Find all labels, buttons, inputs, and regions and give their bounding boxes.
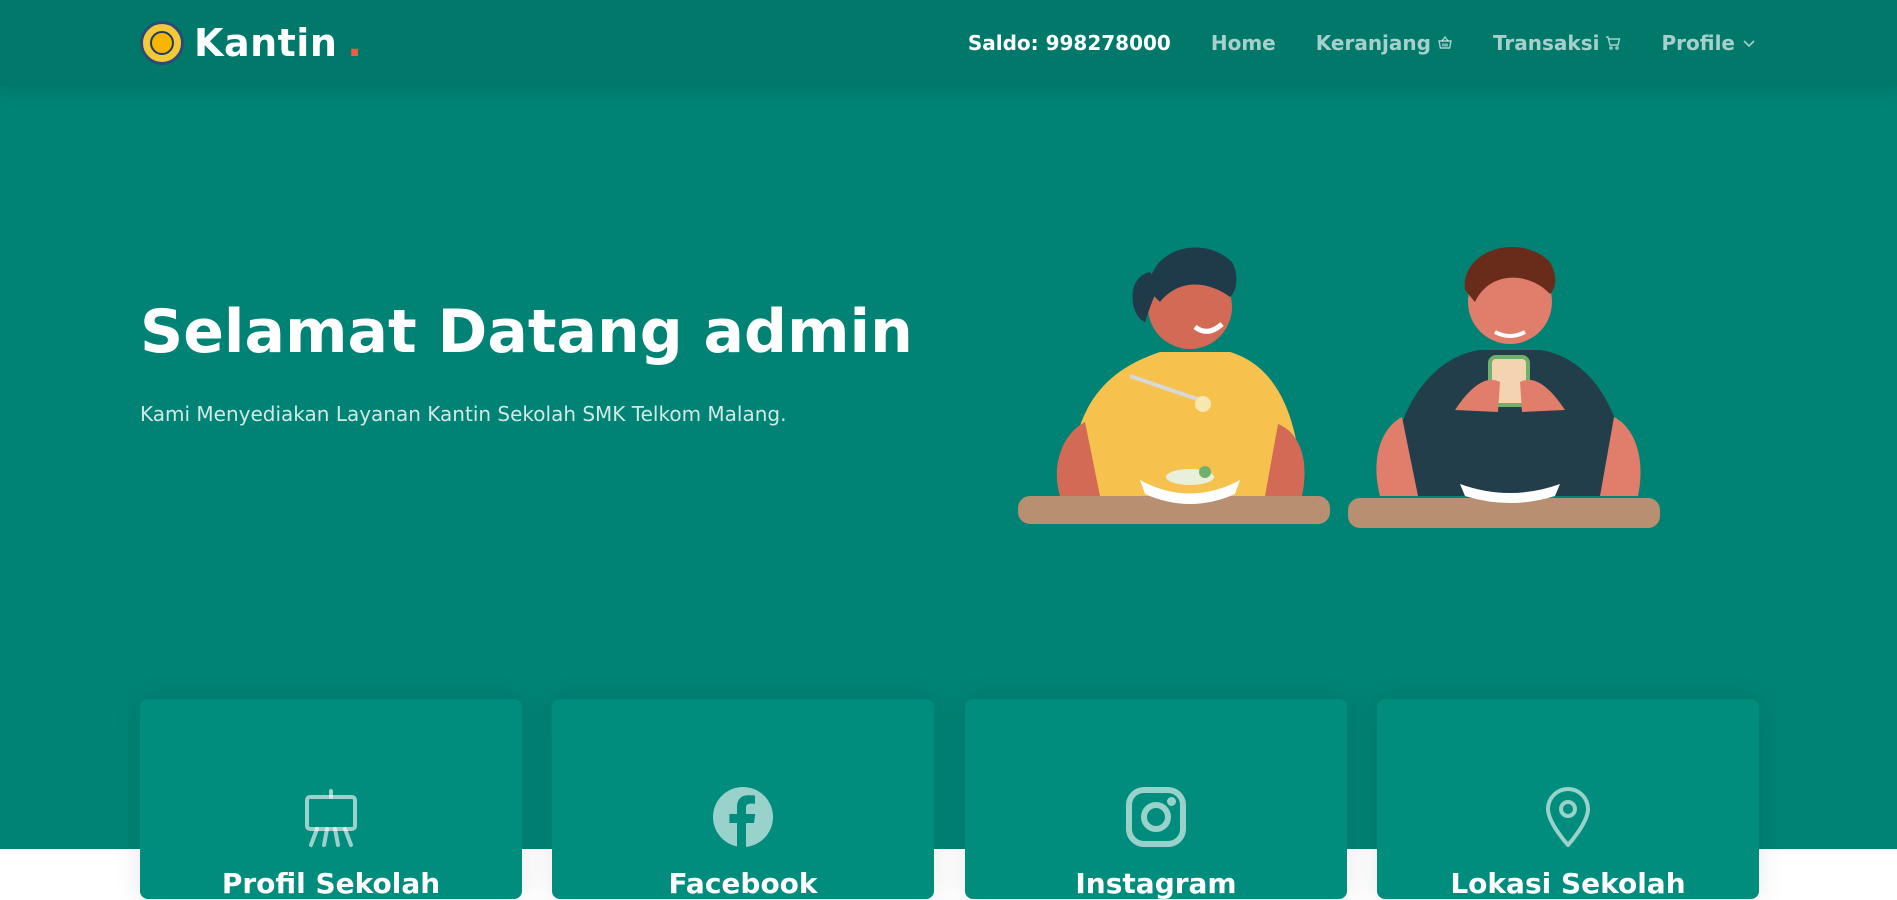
- navbar: Kantin. Saldo: 998278000 Home Keranjang …: [0, 0, 1897, 87]
- card-title: Facebook: [668, 867, 818, 900]
- nav-keranjang[interactable]: Keranjang: [1316, 31, 1453, 55]
- card-title: Profil Sekolah: [221, 867, 441, 900]
- nav-profile-label: Profile: [1661, 31, 1735, 55]
- hero-title: Selamat Datang admin: [140, 297, 913, 367]
- nav-profile-dropdown[interactable]: Profile: [1661, 31, 1757, 55]
- chevron-down-icon: [1743, 40, 1755, 48]
- nav-home-label: Home: [1210, 31, 1276, 55]
- brand-name: Kantin: [194, 21, 338, 65]
- card-title: Instagram: [1075, 867, 1237, 900]
- instagram-icon: [1126, 787, 1186, 847]
- nav-transaksi[interactable]: Transaksi: [1493, 31, 1622, 55]
- card-instagram[interactable]: Instagram: [965, 699, 1347, 900]
- location-pin-icon: [1546, 787, 1590, 847]
- card-profil-sekolah[interactable]: Profil Sekolah: [140, 699, 522, 900]
- card-facebook[interactable]: Facebook: [552, 699, 934, 900]
- nav-keranjang-label: Keranjang: [1315, 31, 1431, 55]
- school-logo-icon: [140, 21, 184, 65]
- facebook-icon: [713, 787, 773, 847]
- easel-icon: [305, 789, 357, 847]
- cart-icon: [1606, 36, 1621, 50]
- card-lokasi-sekolah[interactable]: Lokasi Sekolah: [1377, 699, 1759, 900]
- brand-logo-link[interactable]: Kantin.: [140, 20, 362, 66]
- card-title: Lokasi Sekolah: [1450, 867, 1686, 900]
- nav-transaksi-label: Transaksi: [1492, 31, 1600, 55]
- main-nav: Saldo: 998278000 Home Keranjang Transaks…: [968, 22, 1757, 64]
- hero-subtitle: Kami Menyediakan Layanan Kantin Sekolah …: [140, 402, 787, 426]
- nav-home[interactable]: Home: [1211, 31, 1276, 55]
- people-eating-illustration: [1018, 247, 1660, 528]
- brand-dot: .: [347, 21, 362, 65]
- basket-icon: [1438, 35, 1452, 49]
- saldo-balance: Saldo: 998278000: [967, 31, 1171, 55]
